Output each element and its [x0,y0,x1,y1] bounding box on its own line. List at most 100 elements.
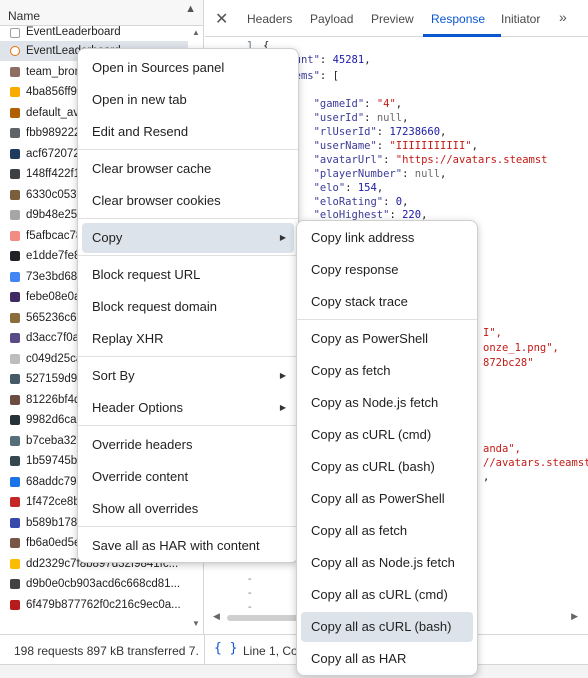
code-fragment: //avatars.steamst [483,457,588,469]
resource-thumbnail-icon [10,312,20,323]
menu-item-label: Block request domain [92,299,218,314]
menu-item-label: Copy as fetch [311,363,391,378]
copy-item[interactable]: Copy ▶ [82,223,294,253]
resource-thumbnail-icon [10,107,20,118]
menu-separator [78,526,298,527]
copy-submenu-item[interactable]: Copy stack trace [301,287,473,317]
request-name: EventLeaderboard [26,26,121,38]
scroll-left-icon[interactable]: ◀ [213,611,220,622]
code-line: "avatarUrl": "https://avatars.steamst [313,154,548,166]
tab-response[interactable]: Response [431,12,485,26]
copy-submenu-item[interactable]: Copy as fetch [301,356,473,386]
tab-payload[interactable]: Payload [310,12,353,26]
copy-submenu-item[interactable]: Copy as PowerShell [301,324,473,354]
cursor-position: Line 1, Co [243,644,298,658]
menu-item-label: Override headers [92,437,193,452]
menu-item-label: Copy [92,230,123,245]
menu-item-label: Copy as Node.js fetch [311,395,439,410]
code-fragment: I", [483,327,502,339]
override-content-item[interactable]: Override content [82,462,294,492]
replay-xhr-item[interactable]: Replay XHR [82,324,294,354]
copy-submenu: Copy link address Copy response Copy stack… [296,220,478,676]
copy-submenu-item[interactable]: Copy response [301,255,473,285]
menu-item-label: Copy stack trace [311,294,408,309]
menu-item-label: Header Options [92,400,184,415]
name-column-header[interactable]: Name ▲ [0,0,203,26]
menu-item-label: Copy all as cURL (cmd) [311,587,448,602]
override-headers-item[interactable]: Override headers [82,430,294,460]
close-icon[interactable]: ✕ [215,9,228,29]
request-summary: 198 requests 897 kB transferred 7. [14,644,199,658]
clear-browser-cache-item[interactable]: Clear browser cache [82,154,294,184]
detail-tab-bar: ✕ Headers Payload Preview Response Initi… [205,0,588,37]
name-column-label: Name [8,9,41,23]
request-name: d9b0e0cb903acd6c668cd81... [26,578,181,590]
copy-submenu-item[interactable]: Copy all as Node.js fetch [301,548,473,578]
request-row[interactable]: 6f479b877762f0c216c9ec0a... [0,595,188,615]
copy-submenu-item[interactable]: Copy as Node.js fetch [301,388,473,418]
open-in-new-tab-item[interactable]: Open in new tab [82,85,294,115]
scroll-up-icon[interactable]: ▲ [192,28,200,37]
resource-thumbnail-icon [10,456,20,466]
menu-item-label: Sort By [92,368,135,383]
resource-thumbnail-icon [10,66,20,77]
resource-thumbnail-icon [10,353,20,364]
copy-submenu-item[interactable]: Copy link address [301,223,473,253]
show-all-overrides-item[interactable]: Show all overrides [82,494,294,524]
triangle-right-icon: ▶ [279,233,286,242]
resource-thumbnail-icon [10,271,20,282]
copy-submenu-item[interactable]: Copy all as fetch [301,516,473,546]
tab-initiator[interactable]: Initiator [501,12,540,26]
drawer-strip [0,664,588,678]
scroll-down-icon[interactable]: ▼ [192,619,200,628]
menu-item-label: Show all overrides [92,501,199,516]
menu-separator [78,356,298,357]
caret-up-icon: ▲ [185,3,196,15]
copy-submenu-item[interactable]: Copy all as PowerShell [301,484,473,514]
resource-thumbnail-icon [10,189,20,200]
header-options-item[interactable]: Header Options ▶ [82,393,294,423]
menu-item-label: Copy all as cURL (bash) [311,619,452,634]
resource-thumbnail-icon [10,476,20,487]
menu-item-label: Edit and Resend [92,124,189,139]
clear-browser-cookies-item[interactable]: Clear browser cookies [82,186,294,216]
copy-submenu-item[interactable]: Copy all as HAR [301,644,473,674]
triangle-right-icon: ▶ [279,371,286,380]
tab-preview[interactable]: Preview [371,12,414,26]
copy-submenu-item[interactable]: Copy all as cURL (cmd) [301,580,473,610]
block-request-domain-item[interactable]: Block request domain [82,292,294,322]
status-bar: 198 requests 897 kB transferred 7. { } L… [0,634,588,665]
edit-and-resend-item[interactable]: Edit and Resend [82,117,294,147]
request-context-menu: Open in Sources panel Open in new tab Edit… [77,48,299,563]
open-in-sources-item[interactable]: Open in Sources panel [82,53,294,83]
save-all-as-har-item[interactable]: Save all as HAR with content [82,531,294,561]
pretty-print-braces-icon[interactable]: { } [214,641,237,656]
menu-item-label: Copy as cURL (cmd) [311,427,432,442]
double-chevron-right-icon[interactable]: » [559,9,567,25]
resource-thumbnail-icon [10,558,20,569]
menu-separator [78,149,298,150]
triangle-right-icon: ▶ [279,403,286,412]
resource-thumbnail-icon [10,538,20,548]
line-number: - [246,587,253,599]
code-fragment: 872bc28" [483,357,534,369]
sort-by-item[interactable]: Sort By ▶ [82,361,294,391]
request-row[interactable]: d9b0e0cb903acd6c668cd81... [0,574,188,594]
block-request-url-item[interactable]: Block request URL [82,260,294,290]
menu-item-label: Copy response [311,262,399,277]
menu-item-label: Copy all as fetch [311,523,408,538]
menu-item-label: Copy all as Node.js fetch [311,555,455,570]
menu-separator [78,255,298,256]
menu-item-label: Clear browser cookies [92,193,221,208]
xhr-icon [10,46,20,56]
menu-item-label: Override content [92,469,189,484]
request-row[interactable]: EventLeaderboard [0,26,188,39]
menu-item-label: Save all as HAR with content [92,538,260,553]
scroll-right-icon[interactable]: ▶ [571,611,578,622]
tab-headers[interactable]: Headers [247,12,292,26]
copy-submenu-item[interactable]: Copy all as cURL (bash) [301,612,473,642]
resource-thumbnail-icon [10,292,20,302]
copy-submenu-item[interactable]: Copy as cURL (bash) [301,452,473,482]
resource-thumbnail-icon [10,128,20,138]
copy-submenu-item[interactable]: Copy as cURL (cmd) [301,420,473,450]
